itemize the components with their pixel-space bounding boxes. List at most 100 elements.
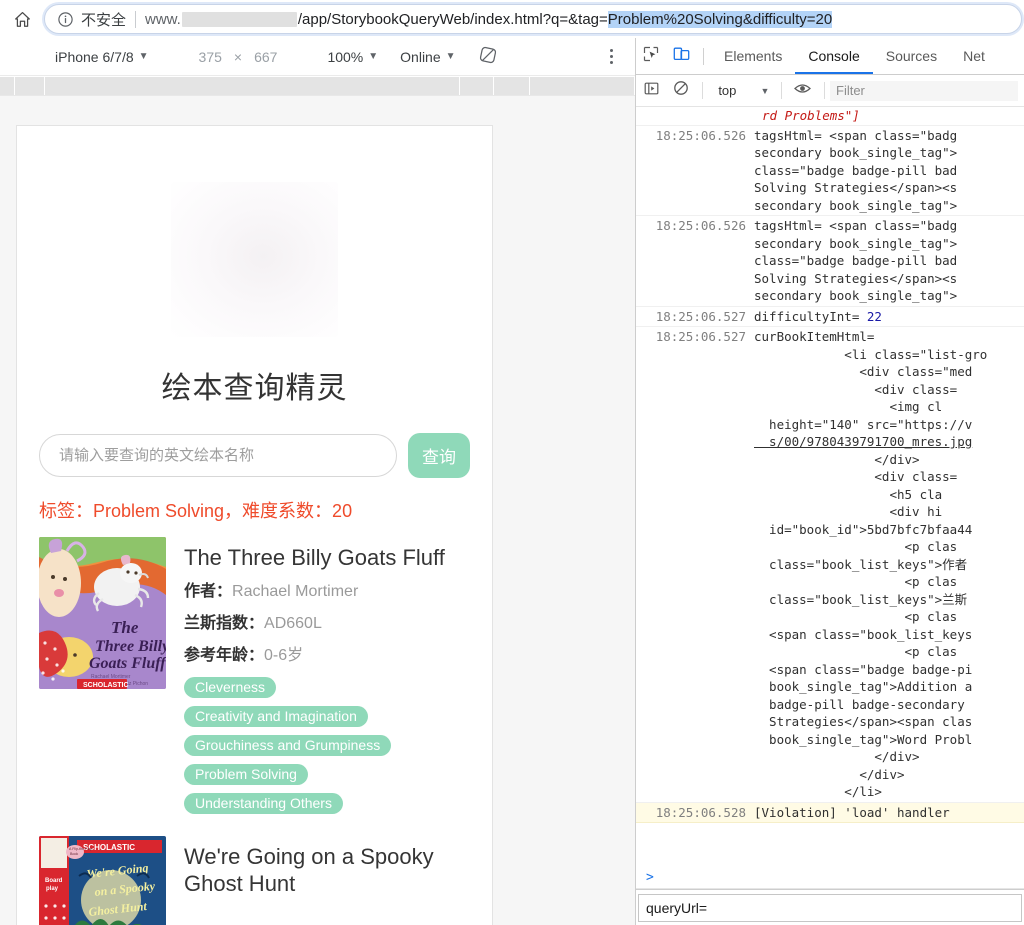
log-line: <div class= [754, 469, 958, 484]
tab-sources[interactable]: Sources [873, 38, 950, 74]
kebab-dot-3 [610, 61, 613, 64]
log-line: class="book_list_keys">兰斯 [754, 591, 968, 607]
execution-context-label: top [718, 83, 737, 98]
console-drawer-input[interactable] [638, 893, 1022, 922]
log-line: book_single_tag">Addition a [754, 679, 973, 694]
chevron-down-icon: ▼ [760, 85, 770, 96]
console-sidebar-button[interactable] [636, 76, 666, 106]
book-title: The Three Billy Goats Fluff [184, 545, 445, 570]
log-line: <p clas [754, 539, 958, 554]
console-warning-message[interactable]: 18:25:06.528 [Violation] 'load' handler [636, 802, 1024, 823]
console-message-text: tagsHtml= <span class="badg secondary bo… [754, 217, 1024, 305]
svg-text:Goats Fluff: Goats Fluff [89, 655, 166, 672]
device-toolbar-more-button[interactable] [610, 49, 613, 64]
url-path: /app/StorybookQueryWeb/index.html?q=&tag… [297, 10, 608, 28]
list-item[interactable]: Board play SCHOLASTIC A Flip-the-Flap Bo… [39, 836, 470, 925]
book-tag-badge[interactable]: Grouchiness and Grumpiness [184, 735, 392, 757]
execution-context-selector[interactable]: top ▼ [712, 80, 775, 101]
console-message-list[interactable]: rd Problems"] 18:25:06.526 tagsHtml= <sp… [636, 107, 1024, 867]
page-title: 绘本查询精灵 [161, 372, 348, 405]
book-tag-badge[interactable]: Understanding Others [184, 793, 343, 815]
device-selector-label: iPhone 6/7/8 [55, 48, 134, 65]
console-message-text: curBookItemHtml= <li class="list-gro <di… [754, 328, 1024, 801]
console-message[interactable]: 18:25:06.526 tagsHtml= <span class="badg… [636, 216, 1024, 307]
log-line: difficultyInt= [754, 308, 867, 324]
dimension-separator: × [233, 48, 243, 65]
console-message[interactable]: 18:25:06.527 curBookItemHtml= <li class=… [636, 327, 1024, 803]
zoom-level-label: 100% [327, 48, 364, 65]
url-text: www. /app/StorybookQueryWeb/index.html?q=… [145, 10, 833, 28]
console-sidebar-icon [644, 81, 659, 101]
prompt-chevron-icon: > [646, 870, 654, 885]
svg-text:Board: Board [45, 878, 63, 884]
console-timestamp: 18:25:06.527 [655, 329, 746, 344]
log-line: <li class="list-gro [754, 346, 988, 362]
log-line: <div class="med [754, 364, 973, 379]
live-expression-eye-icon [794, 82, 812, 100]
inspect-element-button[interactable] [636, 41, 666, 71]
viewport-height-value: 667 [254, 48, 278, 65]
throttling-selector[interactable]: Online ▼ [400, 49, 455, 65]
toggle-device-toolbar-icon [673, 45, 690, 67]
info-circle-icon[interactable] [57, 11, 81, 28]
log-line: height="140" src="https://v [754, 416, 973, 432]
book-cover-image[interactable]: Board play SCHOLASTIC A Flip-the-Flap Bo… [39, 836, 166, 925]
console-message-text: [Violation] 'load' handler [754, 804, 950, 820]
home-button[interactable] [0, 0, 44, 38]
log-line-link[interactable]: s/00/9780439791700_mres.jpg [754, 434, 972, 449]
log-line: <span class="book_list_keys [754, 626, 973, 642]
security-status-label: 不安全 [81, 11, 127, 29]
tabbar-divider [703, 47, 704, 65]
log-line: <img cl [754, 399, 943, 414]
ruler-tick [44, 77, 45, 95]
tab-network[interactable]: Net [950, 38, 998, 74]
tab-elements[interactable]: Elements [711, 38, 795, 74]
tab-console[interactable]: Console [795, 38, 872, 74]
viewport-ruler[interactable] [0, 77, 635, 95]
console-message-text: tagsHtml= <span class="badg secondary bo… [754, 127, 1024, 215]
tab-label: Net [963, 48, 985, 64]
viewport-height-input[interactable]: 667 [254, 49, 277, 65]
log-line: </li> [754, 784, 882, 799]
console-input-prompt[interactable]: > [636, 867, 1024, 889]
device-selector[interactable]: iPhone 6/7/8 ▼ [55, 49, 149, 65]
chevron-down-icon: ▼ [445, 51, 456, 62]
kebab-menu-icon [610, 49, 613, 52]
rotate-device-icon [478, 45, 498, 68]
log-line: <p clas [754, 644, 958, 659]
console-message[interactable]: 18:25:06.527 difficultyInt= 22 [636, 307, 1024, 327]
console-message-text: difficultyInt= 22 [754, 308, 1024, 326]
console-message[interactable]: 18:25:06.526 tagsHtml= <span class="badg… [636, 126, 1024, 216]
list-item[interactable]: The Three Billy Goats Fluff Rachael Mort… [39, 537, 470, 836]
console-filter-input[interactable] [830, 80, 1018, 101]
log-line: Solving Strategies</span><s [754, 180, 958, 195]
svg-text:A Flip-the-Flap: A Flip-the-Flap [69, 847, 92, 851]
book-tag-badge[interactable]: Creativity and Imagination [184, 706, 368, 728]
clear-console-button[interactable] [666, 76, 696, 106]
search-input[interactable] [39, 434, 397, 477]
log-value: 22 [866, 308, 882, 324]
book-cover-image[interactable]: The Three Billy Goats Fluff Rachael Mort… [39, 537, 166, 689]
search-row: 查询 [39, 433, 470, 478]
log-line: <div hi [754, 504, 943, 519]
search-button[interactable]: 查询 [408, 433, 470, 478]
toggle-device-toolbar-button[interactable] [666, 41, 696, 71]
rotate-device-button[interactable] [478, 45, 498, 68]
book-author-row: 作者：Rachael Mortimer [184, 581, 470, 603]
book-lexile-key: 兰斯指数： [184, 614, 265, 632]
book-info: We're Going on a Spooky Ghost Hunt [184, 836, 470, 925]
viewport-width-input[interactable]: 375 [199, 49, 222, 65]
log-line: <span class="badge badge-pi [754, 661, 973, 677]
omnibox-row: 不安全 www. /app/StorybookQueryWeb/index.htm… [0, 0, 1024, 38]
tab-label: Elements [724, 48, 783, 64]
zoom-selector[interactable]: 100% ▼ [327, 49, 378, 65]
book-author-key: 作者： [184, 583, 233, 601]
address-bar[interactable]: 不安全 www. /app/StorybookQueryWeb/index.htm… [44, 4, 1022, 34]
log-line: badge-pill badge-secondary [754, 696, 973, 712]
book-tag-badge[interactable]: Problem Solving [184, 764, 308, 786]
log-line: class="book_list_keys">作者 [754, 556, 968, 572]
book-tag-badge[interactable]: Cleverness [184, 677, 277, 699]
log-line: <div class= [754, 381, 958, 397]
viewport-width-value: 375 [198, 48, 222, 65]
live-expression-button[interactable] [788, 76, 818, 106]
